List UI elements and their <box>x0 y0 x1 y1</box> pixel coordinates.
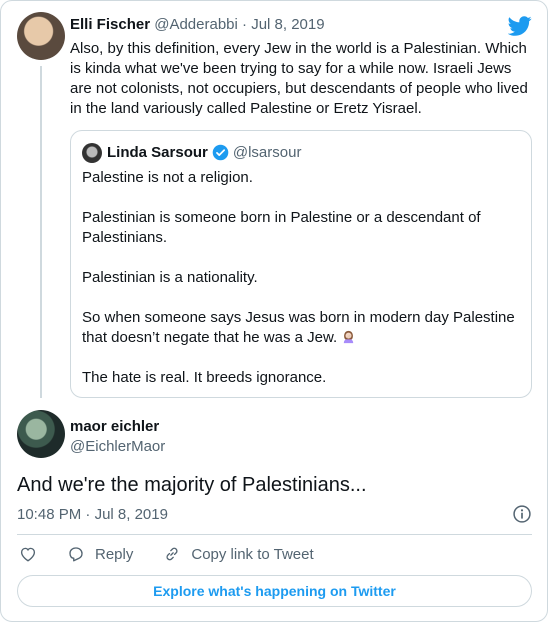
heart-icon <box>20 547 36 562</box>
reply-icon <box>69 547 83 562</box>
reply-label: Reply <box>95 545 134 563</box>
main-author-handle[interactable]: @EichlerMaor <box>70 438 165 455</box>
quoted-header: Linda Sarsour @lsarsour <box>107 144 301 161</box>
quoted-paragraph: The hate is real. It breeds ignorance. <box>82 369 327 386</box>
thread-line <box>40 66 42 398</box>
quoted-tweet-text: Palestine is not a religion. Palestinian… <box>82 168 522 408</box>
verified-badge-icon <box>212 144 229 161</box>
quoted-tweet[interactable]: Linda Sarsour @lsarsour Palestine is not… <box>70 130 532 398</box>
parent-header: Elli Fischer @Adderabbi · Jul 8, 2019 <box>70 16 325 33</box>
link-icon <box>166 547 178 561</box>
quoted-paragraph: So when someone says Jesus was born in m… <box>82 309 515 346</box>
quoted-paragraph: Palestine is not a religion. <box>82 169 253 186</box>
twitter-logo-icon[interactable] <box>508 14 532 38</box>
separator-dot: · <box>85 506 91 523</box>
parent-tweet-text: Also, by this definition, every Jew in t… <box>70 40 528 117</box>
info-icon[interactable] <box>512 504 532 524</box>
copy-link-label: Copy link to Tweet <box>191 545 314 563</box>
tweet-actions: Reply Copy link to Tweet <box>19 545 344 563</box>
quoted-paragraph: Palestinian is a nationality. <box>82 269 258 286</box>
quoted-paragraph: Palestinian is someone born in Palestine… <box>82 209 481 246</box>
tweet-time: 10:48 PM <box>17 506 82 523</box>
quoted-paragraph-with-emoji: So when someone says Jesus was born in m… <box>82 308 522 348</box>
parent-author-handle[interactable]: @Adderabbi <box>154 16 238 33</box>
explore-twitter-button[interactable]: Explore what's happening on Twitter <box>17 575 532 607</box>
tweet-date: Jul 8, 2019 <box>94 506 168 523</box>
reply-button[interactable]: Reply <box>67 545 133 563</box>
divider <box>17 534 532 535</box>
quoted-author-name: Linda Sarsour <box>107 144 208 161</box>
avatar[interactable] <box>17 410 65 458</box>
avatar[interactable] <box>17 12 65 60</box>
separator-dot: · <box>242 16 248 33</box>
like-button[interactable] <box>19 545 37 563</box>
parent-author-name[interactable]: Elli Fischer <box>70 16 150 33</box>
parent-date[interactable]: Jul 8, 2019 <box>251 16 324 33</box>
quoted-avatar <box>82 143 102 163</box>
main-tweet-text: And we're the majority of Palestinians..… <box>17 474 367 496</box>
tweet-timestamp[interactable]: 10:48 PM · Jul 8, 2019 <box>17 506 168 523</box>
main-author-name[interactable]: maor eichler <box>70 418 159 435</box>
quoted-author-handle: @lsarsour <box>232 144 302 161</box>
copy-link-button[interactable]: Copy link to Tweet <box>163 545 314 563</box>
woman-facepalming-icon <box>344 330 354 344</box>
